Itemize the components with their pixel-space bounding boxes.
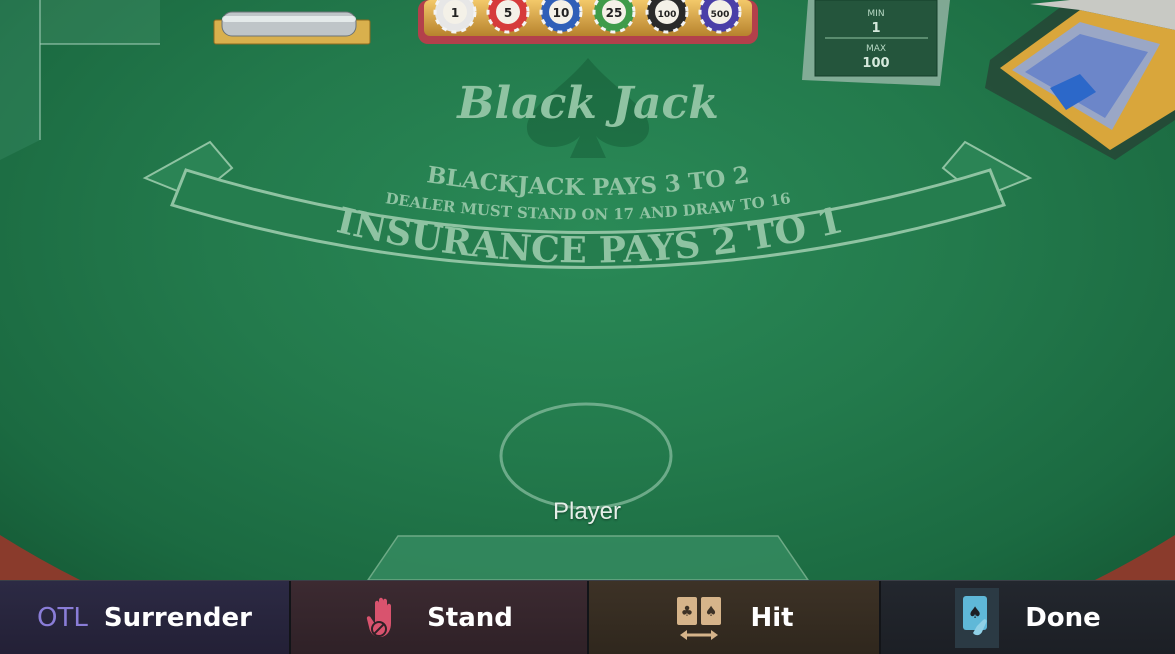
- svg-text:♠: ♠: [705, 604, 718, 620]
- chip-label: 5: [504, 6, 512, 20]
- card-shoe: [985, 0, 1175, 160]
- limit-min-value: 1: [871, 21, 880, 36]
- stand-button[interactable]: Stand: [291, 581, 589, 654]
- discard-holder: [213, 11, 371, 45]
- player-label: Player: [552, 498, 622, 525]
- action-bar: OTL Surrender Stand ♣ ♠ Hit ♠ Done: [0, 580, 1175, 654]
- svg-text:♣: ♣: [681, 604, 694, 620]
- betting-circle[interactable]: [499, 402, 673, 510]
- chip-label: 10: [553, 6, 570, 20]
- chip-tray: 1 5 10 25 100 500: [418, 0, 758, 44]
- hit-label: Hit: [750, 602, 794, 633]
- otl-label: OTL: [37, 602, 88, 633]
- blackjack-table: 1 5 10 25 100 500 MIN 1 MAX 100 Black Jack: [0, 0, 1175, 580]
- hand-stop-icon: [365, 595, 401, 641]
- chip-label: 25: [606, 6, 623, 20]
- table-rail-left: [0, 535, 80, 580]
- felt-line-blackjack: BLACKJACK PAYS 3 TO 2: [425, 161, 751, 201]
- stand-label: Stand: [427, 602, 513, 633]
- table-limit-sign: MIN 1 MAX 100: [802, 0, 950, 86]
- felt-title: Black Jack: [455, 78, 719, 129]
- done-label: Done: [1025, 602, 1101, 633]
- chip-label: 1: [451, 6, 459, 20]
- chip-label: 100: [658, 10, 677, 20]
- card-done-icon: ♠: [955, 587, 1000, 648]
- dealer-glass-left: [0, 0, 160, 160]
- limit-min-label: MIN: [867, 9, 884, 19]
- cards-hit-icon: ♣ ♠: [674, 593, 724, 643]
- limit-max-label: MAX: [866, 44, 886, 54]
- done-button[interactable]: ♠ Done: [881, 581, 1175, 654]
- player-card-area: [367, 535, 809, 580]
- limit-max-value: 100: [862, 56, 889, 71]
- svg-text:♠: ♠: [968, 603, 982, 622]
- chip-label: 500: [711, 10, 730, 20]
- surrender-label: Surrender: [103, 602, 252, 633]
- table-rail-right: [1095, 535, 1175, 580]
- hit-button[interactable]: ♣ ♠ Hit: [589, 581, 881, 654]
- surrender-button[interactable]: OTL Surrender: [0, 581, 291, 654]
